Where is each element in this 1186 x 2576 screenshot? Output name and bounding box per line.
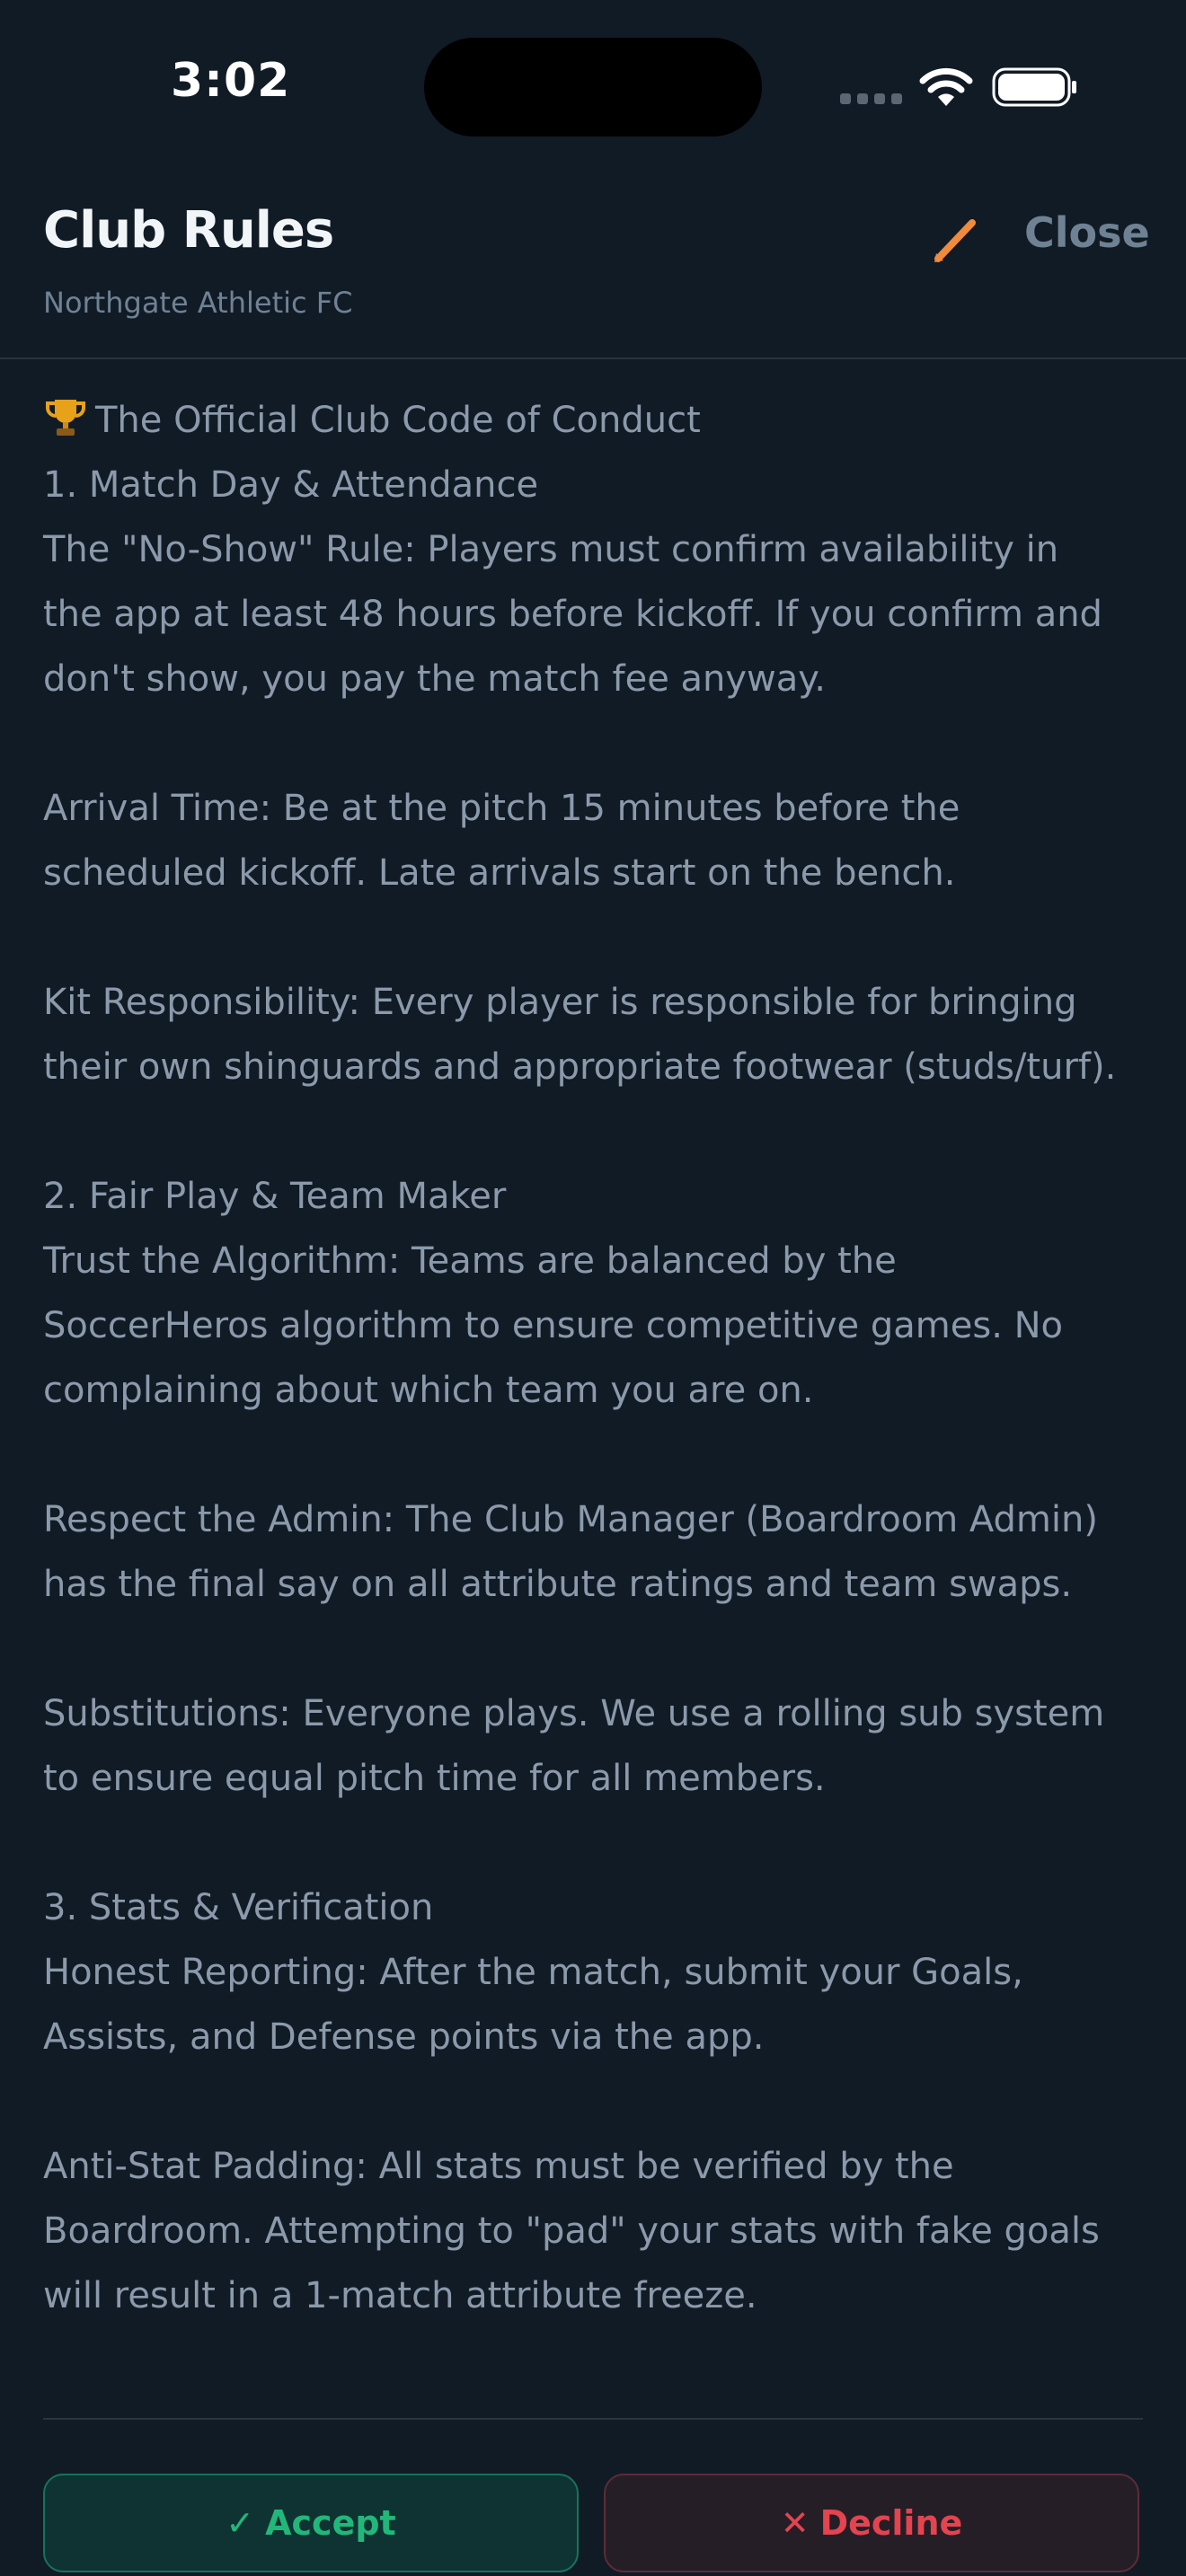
- page-title: Club Rules: [43, 201, 334, 260]
- accept-button[interactable]: ✓ Accept: [43, 2474, 579, 2572]
- rules-text-line: their own shinguards and appropriate foo…: [43, 1046, 1117, 1088]
- rules-text-line: Arrival Time: Be at the pitch 15 minutes…: [43, 788, 960, 829]
- club-name: Northgate Athletic FC: [43, 286, 353, 320]
- rules-text-line: to ensure equal pitch time for all membe…: [43, 1758, 826, 1799]
- header: Club Rules Northgate Athletic FC Close: [0, 171, 1186, 359]
- rules-spacer: [43, 1617, 1157, 1681]
- rules-text-line: has the final say on all attribute ratin…: [43, 1564, 1073, 1605]
- check-icon: ✓: [226, 2503, 255, 2543]
- rules-spacer: [43, 1811, 1157, 1875]
- rules-spacer: [43, 1099, 1157, 1164]
- rules-spacer: [43, 905, 1157, 970]
- wifi-icon: [919, 67, 973, 106]
- status-bar: 3:02: [0, 0, 1186, 171]
- decline-label: Decline: [819, 2503, 963, 2543]
- rules-spacer: [43, 711, 1157, 776]
- rules-text-line: Substitutions: Everyone plays. We use a …: [43, 1693, 1105, 1734]
- cellular-signal-icon: [840, 93, 903, 104]
- rules-spacer: [43, 2069, 1157, 2134]
- rules-content: The Official Club Code of Conduct 1. Mat…: [43, 388, 1157, 2328]
- rules-text-line: Honest Reporting: After the match, submi…: [43, 1952, 1023, 1993]
- rules-text-line: don't show, you pay the match fee anyway…: [43, 658, 826, 700]
- rules-heading-text: The Official Club Code of Conduct: [95, 400, 701, 441]
- close-button[interactable]: Close: [1024, 208, 1150, 257]
- divider: [43, 2418, 1143, 2420]
- decline-button[interactable]: ✕ Decline: [604, 2474, 1139, 2572]
- rules-text-line: The "No-Show" Rule: Players must confirm…: [43, 529, 1059, 570]
- rules-text-line: the app at least 48 hours before kickoff…: [43, 594, 1102, 635]
- accept-label: Accept: [265, 2503, 396, 2543]
- rules-section-heading: 2. Fair Play & Team Maker: [43, 1176, 507, 1217]
- rules-text-line: scheduled kickoff. Late arrivals start o…: [43, 852, 956, 894]
- rules-text-line: Respect the Admin: The Club Manager (Boa…: [43, 1499, 1098, 1540]
- rules-spacer: [43, 1423, 1157, 1487]
- trophy-icon: [43, 388, 95, 453]
- rules-section-heading: 1. Match Day & Attendance: [43, 464, 539, 506]
- rules-text-line: complaining about which team you are on.: [43, 1370, 814, 1411]
- rules-text-line: SoccerHeros algorithm to ensure competit…: [43, 1305, 1064, 1346]
- x-icon: ✕: [780, 2503, 810, 2543]
- rules-heading: The Official Club Code of Conduct: [43, 388, 1157, 453]
- edit-pencil-icon[interactable]: [925, 210, 985, 269]
- rules-text-line: will result in a 1-match attribute freez…: [43, 2275, 757, 2316]
- rules-text-line: Trust the Algorithm: Teams are balanced …: [43, 1240, 897, 1282]
- rules-text-line: Boardroom. Attempting to "pad" your stat…: [43, 2210, 1100, 2252]
- action-row: ✓ Accept ✕ Decline: [43, 2474, 1143, 2574]
- status-time: 3:02: [171, 54, 291, 108]
- rules-text-line: Assists, and Defense points via the app.: [43, 2016, 765, 2058]
- rules-text-line: Anti-Stat Padding: All stats must be ver…: [43, 2146, 954, 2187]
- rules-section-heading: 3. Stats & Verification: [43, 1887, 434, 1928]
- dynamic-island: [424, 38, 762, 137]
- rules-text-line: Kit Responsibility: Every player is resp…: [43, 982, 1077, 1023]
- battery-icon: [992, 67, 1076, 107]
- rules-list: 1. Match Day & Attendance The "No-Show" R…: [43, 453, 1157, 2328]
